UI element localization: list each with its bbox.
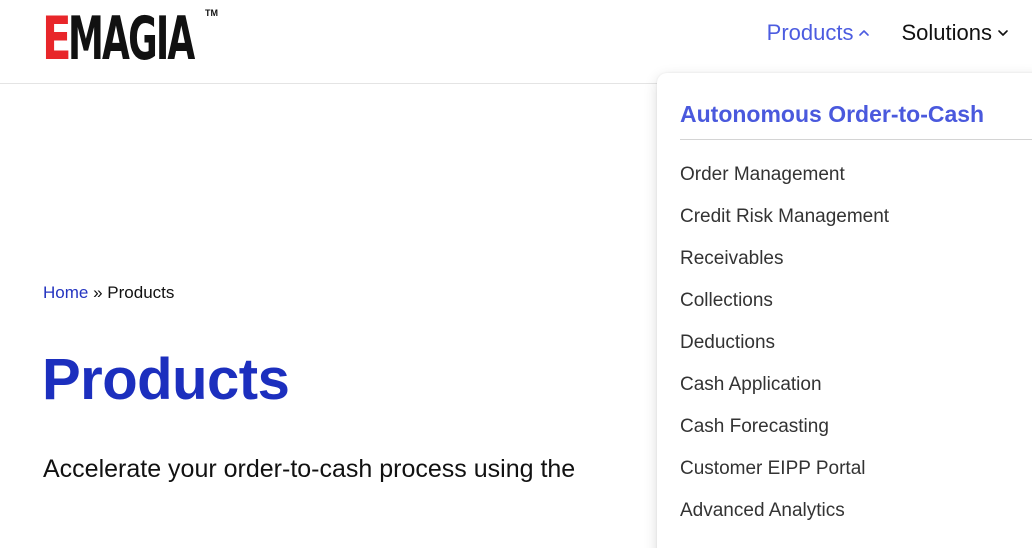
emagia-logo[interactable]: E MAGIA TM [42,4,218,74]
logo-letter-e: E [42,4,72,74]
main-nav: Products Solutions [767,20,1010,46]
menu-item-advanced-analytics[interactable]: Advanced Analytics [680,499,889,541]
nav-products[interactable]: Products [767,20,872,46]
products-dropdown-menu: Autonomous Order-to-Cash Order Managemen… [657,73,1032,548]
logo-wordmark: MAGIA [68,4,195,74]
page: E MAGIA TM Products Solutions Home » Pro… [0,0,1032,548]
page-title: Products [42,347,290,412]
breadcrumb: Home » Products [43,283,174,303]
menu-item-cash-forecasting[interactable]: Cash Forecasting [680,415,889,457]
menu-item-collections[interactable]: Collections [680,289,889,331]
chevron-down-icon [998,30,1008,36]
menu-item-deductions[interactable]: Deductions [680,331,889,373]
menu-item-receivables[interactable]: Receivables [680,247,889,289]
dropdown-item-list: Order Management Credit Risk Management … [680,163,889,541]
nav-solutions-label: Solutions [901,20,992,45]
breadcrumb-separator: » [93,283,108,302]
menu-item-cash-application[interactable]: Cash Application [680,373,889,415]
chevron-up-icon [859,30,870,36]
site-header: E MAGIA TM Products Solutions [0,0,1032,84]
menu-item-customer-eipp-portal[interactable]: Customer EIPP Portal [680,457,889,499]
page-lead-text: Accelerate your order-to-cash process us… [43,455,576,483]
nav-products-label: Products [766,20,854,45]
nav-solutions[interactable]: Solutions [901,20,1010,46]
dropdown-divider [680,139,1032,140]
breadcrumb-current: Products [107,283,175,302]
menu-item-order-management[interactable]: Order Management [680,163,889,205]
menu-item-credit-risk-management[interactable]: Credit Risk Management [680,205,889,247]
dropdown-heading-autonomous-o2c[interactable]: Autonomous Order-to-Cash [680,101,984,128]
breadcrumb-home-link[interactable]: Home [43,283,88,302]
logo-trademark: TM [205,8,218,18]
